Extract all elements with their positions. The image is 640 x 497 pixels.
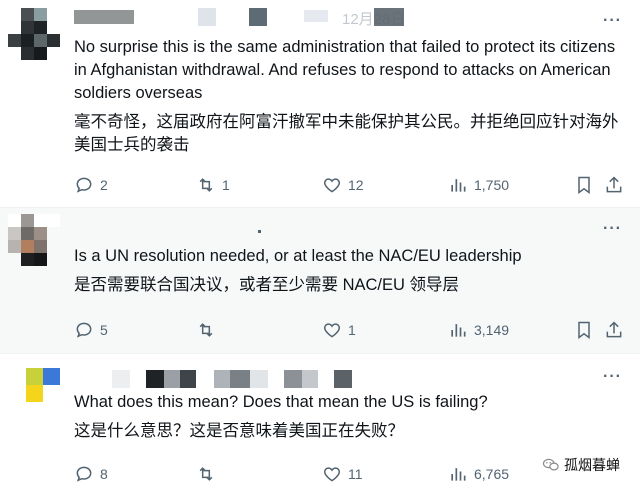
tweet-text-chinese: 是否需要联合国决议，或者至少需要 NAC/EU 领导层 xyxy=(74,276,460,294)
avatar[interactable] xyxy=(26,368,60,402)
heart-icon xyxy=(323,467,341,482)
repost-icon xyxy=(199,323,213,337)
tweet-text: Is a UN resolution needed, or at least t… xyxy=(74,245,622,303)
blurred-handle xyxy=(302,370,318,388)
action-bar: 5 1 3,149 xyxy=(74,319,622,341)
action-bar: 2 1 12 1,750 xyxy=(74,174,622,196)
tweet-1[interactable]: 12月28日 ··· No surprise this is the same … xyxy=(0,0,640,208)
blurred-handle xyxy=(250,370,268,388)
reply-button[interactable]: 5 xyxy=(74,319,108,341)
views-chart-icon xyxy=(451,324,466,337)
repost-count: 1 xyxy=(222,177,230,193)
views-button[interactable]: 6,765 xyxy=(448,463,509,485)
avatar[interactable] xyxy=(8,8,60,60)
blurred-handle xyxy=(214,370,230,388)
reply-count: 2 xyxy=(100,177,108,193)
blurred-username[interactable] xyxy=(146,370,164,388)
repost-icon xyxy=(199,178,213,192)
like-button[interactable]: 1 xyxy=(322,319,356,341)
blurred-username[interactable] xyxy=(180,370,196,388)
share-icon xyxy=(606,176,622,193)
watermark: 孤烟暮蝉 xyxy=(538,453,624,477)
blurred-handle xyxy=(249,8,267,26)
blurred-handle xyxy=(284,370,302,388)
share-button[interactable] xyxy=(604,319,630,341)
views-button[interactable]: 3,149 xyxy=(448,319,509,341)
share-button[interactable] xyxy=(604,174,630,196)
watermark-text: 孤烟暮蝉 xyxy=(564,457,620,473)
blurred-username[interactable] xyxy=(164,370,180,388)
heart-icon xyxy=(323,323,341,338)
tweet-text-english: What does this mean? Does that mean the … xyxy=(74,393,488,411)
tweet-header xyxy=(74,370,374,390)
reply-count: 5 xyxy=(100,322,108,338)
tweet-header xyxy=(74,216,374,236)
reply-icon xyxy=(76,322,92,338)
views-count: 6,765 xyxy=(474,466,510,482)
avatar[interactable] xyxy=(8,214,60,266)
heart-icon xyxy=(323,178,341,193)
like-count: 11 xyxy=(348,466,363,482)
reply-button[interactable]: 2 xyxy=(74,174,108,196)
like-button[interactable]: 12 xyxy=(322,174,364,196)
more-icon[interactable]: ··· xyxy=(603,12,622,30)
blurred-handle xyxy=(334,370,352,388)
wechat-logo-icon xyxy=(542,458,559,471)
tweet-text-english: Is a UN resolution needed, or at least t… xyxy=(74,247,522,265)
more-icon[interactable]: ··· xyxy=(603,220,622,238)
blurred-handle xyxy=(198,8,216,26)
action-bar: 8 11 6,765 xyxy=(74,463,614,485)
bookmark-icon xyxy=(578,176,590,194)
views-count: 3,149 xyxy=(474,322,510,338)
blurred-username[interactable] xyxy=(112,370,130,388)
repost-button[interactable] xyxy=(196,463,222,485)
blurred-username[interactable] xyxy=(74,10,134,24)
reply-icon xyxy=(76,466,92,482)
blurred-handle xyxy=(230,370,250,388)
repost-button[interactable]: 1 xyxy=(196,174,230,196)
timestamp[interactable]: 12月28日 xyxy=(342,8,405,29)
views-count: 1,750 xyxy=(474,177,510,193)
bookmark-button[interactable] xyxy=(574,319,600,341)
repost-button[interactable] xyxy=(196,319,222,341)
tweet-text-chinese: 毫不奇怪，这届政府在阿富汗撤军中未能保护其公民。并拒绝回应针对海外美国士兵的袭击 xyxy=(74,113,619,154)
reply-count: 8 xyxy=(100,466,108,482)
views-button[interactable]: 1,750 xyxy=(448,174,509,196)
tweet-text: What does this mean? Does that mean the … xyxy=(74,391,622,449)
like-button[interactable]: 11 xyxy=(322,463,363,485)
tweet-text: No surprise this is the same administrat… xyxy=(74,36,622,163)
blurred-handle xyxy=(304,10,328,22)
bookmark-icon xyxy=(578,321,590,339)
repost-icon xyxy=(199,467,213,481)
share-icon xyxy=(606,321,622,338)
tweet-3[interactable]: ··· What does this mean? Does that mean … xyxy=(0,354,640,497)
more-icon[interactable]: ··· xyxy=(603,368,622,386)
like-count: 12 xyxy=(348,177,364,193)
views-chart-icon xyxy=(451,179,466,192)
tweet-2[interactable]: ··· Is a UN resolution needed, or at lea… xyxy=(0,208,640,354)
reply-icon xyxy=(76,177,92,193)
tweet-text-english: No surprise this is the same administrat… xyxy=(74,38,616,102)
like-count: 1 xyxy=(348,322,356,338)
tweet-header: 12月28日 xyxy=(74,8,524,28)
tweet-text-chinese: 这是什么意思？这是否意味着美国正在失败？ xyxy=(74,422,404,440)
reply-button[interactable]: 8 xyxy=(74,463,108,485)
bookmark-button[interactable] xyxy=(574,174,600,196)
views-chart-icon xyxy=(451,468,466,481)
blurred-handle xyxy=(258,230,261,233)
